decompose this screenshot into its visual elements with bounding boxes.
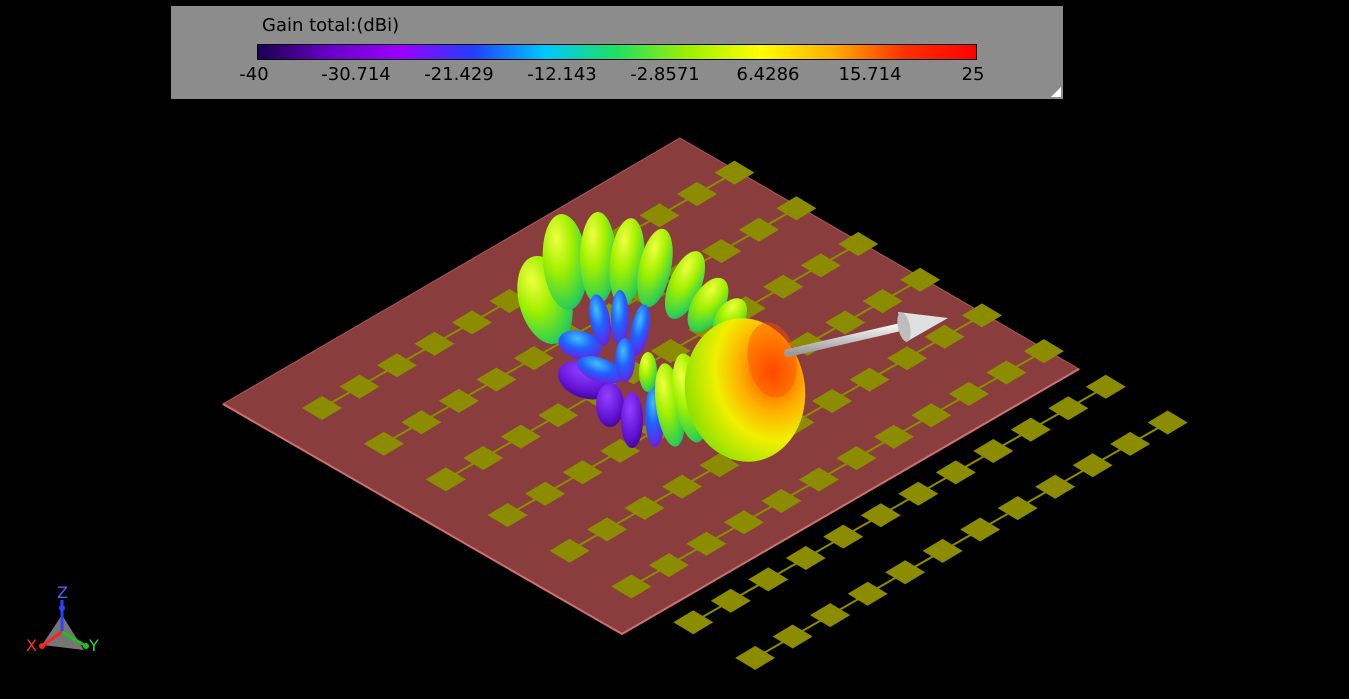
axis-y-label: Y: [88, 636, 99, 655]
axis-z-label: Z: [57, 583, 68, 602]
3d-viewport[interactable]: Gain total:(dBi) -40 -30.714 -21.429 -12…: [0, 0, 1349, 699]
axis-x-label: X: [26, 636, 37, 655]
back-lobe: [596, 383, 624, 427]
back-lobe: [621, 392, 643, 448]
radiation-pattern-scene[interactable]: [0, 0, 1349, 699]
inner-lobe: [639, 352, 657, 392]
axis-triad-icon[interactable]: Z X Y: [20, 580, 110, 660]
inner-lobe: [615, 338, 635, 382]
inner-lobe: [611, 290, 629, 346]
